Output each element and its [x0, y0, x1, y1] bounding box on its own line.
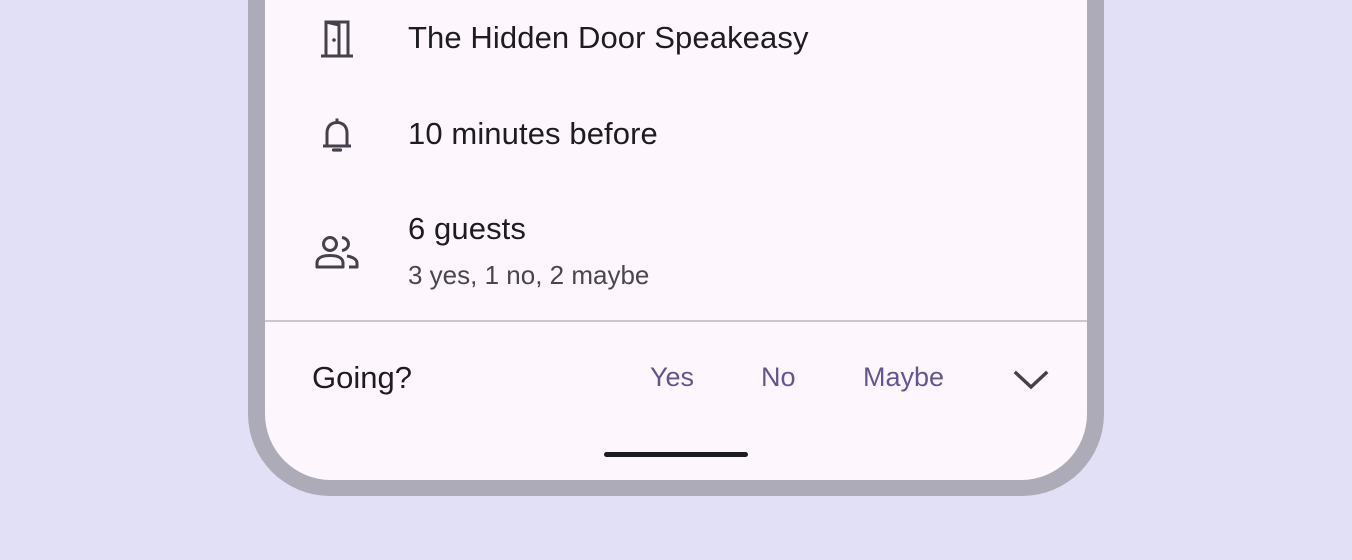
event-details-screen: The Hidden Door Speakeasy 10 minutes bef… [265, 0, 1087, 480]
bell-icon [313, 111, 361, 159]
rsvp-no-button[interactable]: No [761, 362, 796, 393]
rsvp-maybe-button[interactable]: Maybe [863, 362, 944, 393]
door-icon [313, 15, 361, 63]
divider [265, 320, 1087, 322]
guest-count: 6 guests [408, 211, 526, 246]
rsvp-expand-button[interactable] [1007, 359, 1055, 401]
event-reminder: 10 minutes before [408, 116, 658, 151]
home-indicator[interactable] [604, 452, 748, 457]
rsvp-yes-button[interactable]: Yes [650, 362, 694, 393]
event-location: The Hidden Door Speakeasy [408, 20, 809, 55]
people-icon [313, 228, 361, 276]
chevron-down-icon [1013, 370, 1049, 390]
rsvp-prompt: Going? [312, 360, 412, 395]
guest-rsvp-summary: 3 yes, 1 no, 2 maybe [408, 260, 650, 290]
